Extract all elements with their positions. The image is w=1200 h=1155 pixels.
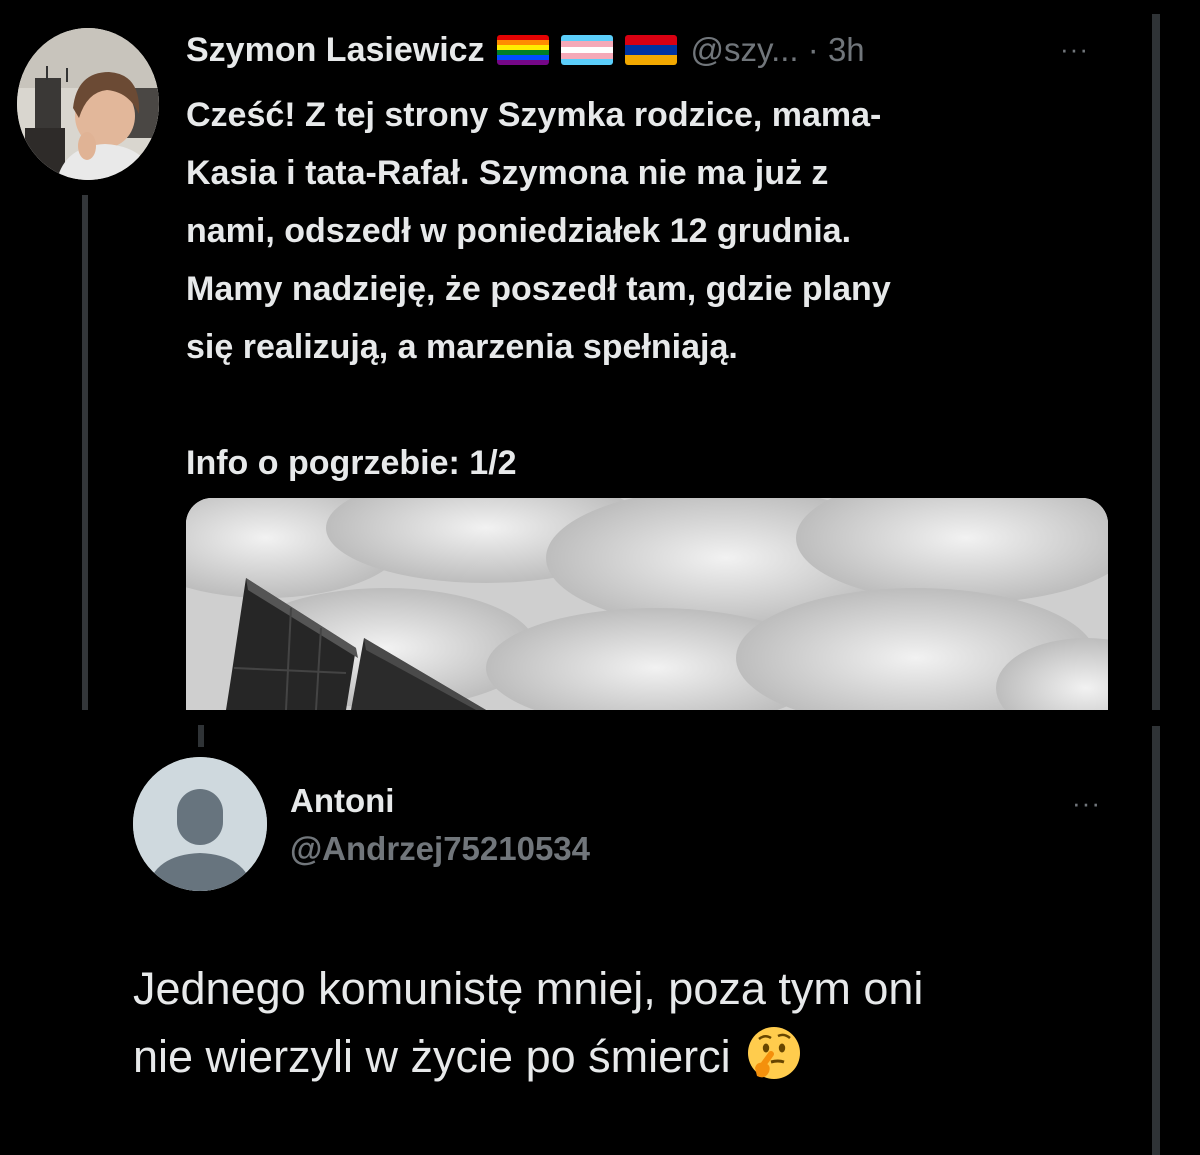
transgender-flag-icon [560,35,613,65]
thinking-face-icon [745,1024,803,1082]
tweet-text-line: Mamy nadzieję, że poszedł tam, gdzie pla… [186,270,891,308]
panel-border [1152,14,1160,710]
reply-text-line-2: nie wierzyli w życie po śmierci [133,1023,1133,1091]
author-row: Szymon Lasiewicz @szy... · 3h [186,28,865,72]
panel-border [1152,726,1160,1155]
reply-connector [198,725,204,747]
author-avatar[interactable] [17,28,159,180]
author-handle[interactable]: @szy... · 3h [691,31,865,69]
more-options-icon[interactable]: ··· [1060,34,1089,65]
tweet-text-line: Kasia i tata-Rafał. Szymona nie ma już z [186,154,829,192]
avatar-photo [17,28,159,180]
thread-line [82,195,88,710]
armenian-flag-icon [624,35,677,65]
reply-text-line: nie wierzyli w życie po śmierci [133,1031,731,1082]
tweet-media-image[interactable] [186,498,1108,710]
more-options-icon[interactable]: ··· [1072,788,1101,819]
timestamp[interactable]: 3h [828,31,865,68]
rainbow-pride-flag-icon [496,35,549,65]
tweet-text-line: się realizują, a marzenia spełniają. [186,328,738,366]
reply-text-line: Jednego komunistę mniej, poza tym oni [133,963,924,1014]
reply-author-name[interactable]: Antoni [290,782,394,820]
reply-author-handle[interactable]: @Andrzej75210534 [290,830,590,868]
default-profile-icon[interactable] [133,757,267,891]
separator: · [807,31,819,68]
author-name[interactable]: Szymon Lasiewicz [186,31,485,70]
tweet-info-line: Info o pogrzebie: 1/2 [186,444,517,482]
tweet-body: Cześć! Z tej strony Szymka rodzice, mama… [186,86,1116,492]
tweet-text-line: nami, odszedł w poniedziałek 12 grudnia. [186,212,852,250]
default-avatar-silhouette [133,757,267,891]
tweet-text-line: Cześć! Z tej strony Szymka rodzice, mama… [186,96,882,134]
handle-text[interactable]: @szy... [691,31,799,68]
cloudy-sky-building-photo [186,498,1108,710]
reply-body: Jednego komunistę mniej, poza tym oni ni… [133,955,1133,1091]
